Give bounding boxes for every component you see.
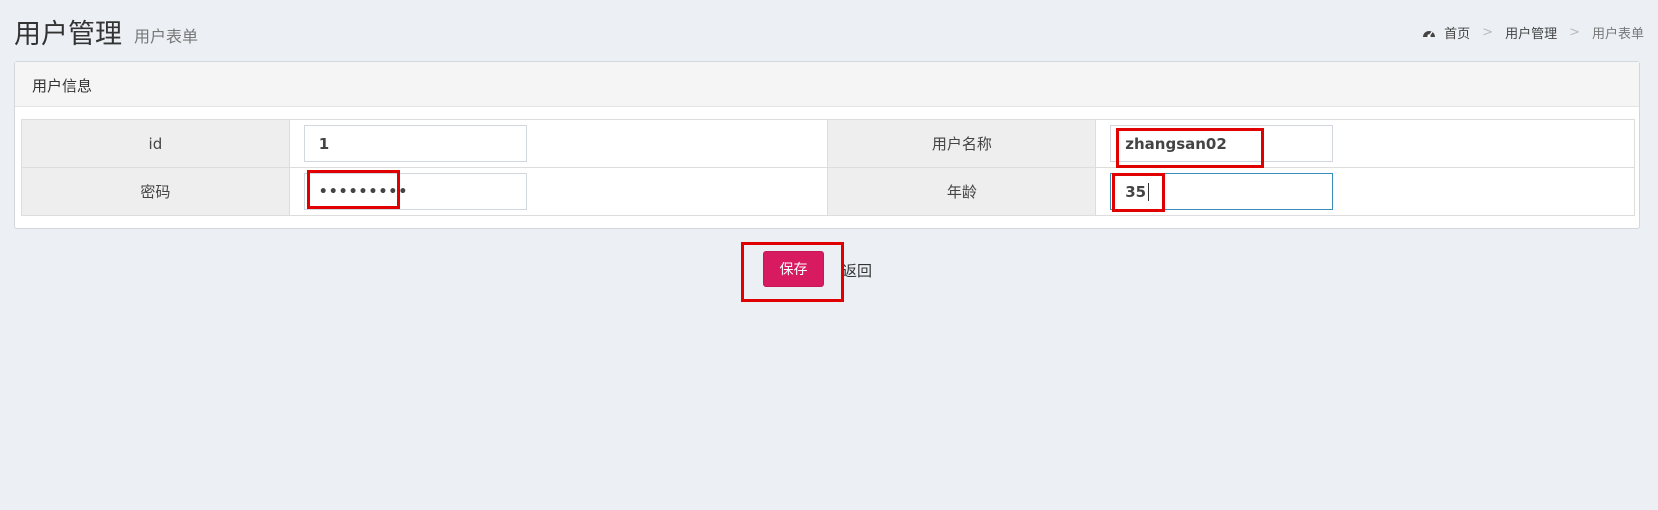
breadcrumb-current: 用户表单: [1591, 27, 1644, 42]
table-row: 密码 ••••••••• 年龄 35: [21, 167, 1635, 216]
back-link[interactable]: 返回: [842, 260, 872, 281]
page-title: 用户管理: [14, 19, 122, 50]
id-input[interactable]: 1: [303, 125, 527, 162]
password-cell: •••••••••: [288, 167, 829, 216]
username-value: zhangsan02: [1125, 134, 1227, 153]
box-title: 用户信息: [15, 62, 1639, 107]
id-value: 1: [318, 134, 330, 153]
password-value: •••••••••: [318, 183, 409, 200]
dashboard-icon: [1422, 27, 1436, 39]
breadcrumb: 首页 > 用户管理 > 用户表单: [1422, 23, 1644, 42]
age-input[interactable]: 35: [1110, 173, 1334, 210]
password-input[interactable]: •••••••••: [303, 173, 527, 210]
table-row: id 1 用户名称 zhangsan02: [21, 119, 1635, 168]
user-info-box: 用户信息 id 1 用户名称 zhangsan02 密码 ••••••••• 年…: [14, 61, 1640, 229]
breadcrumb-home-link[interactable]: 首页: [1444, 23, 1470, 42]
breadcrumb-user-management-link[interactable]: 用户管理: [1505, 23, 1557, 42]
id-cell: 1: [288, 119, 829, 168]
age-value: 35: [1125, 182, 1147, 201]
username-label: 用户名称: [827, 119, 1097, 168]
age-label: 年龄: [827, 167, 1097, 216]
username-input[interactable]: zhangsan02: [1110, 125, 1334, 162]
username-cell: zhangsan02: [1095, 119, 1635, 168]
content-header: 用户管理 用户表单 首页 > 用户管理 > 用户表单: [14, 12, 1644, 50]
save-button[interactable]: 保存: [763, 251, 824, 287]
age-cell: 35: [1095, 167, 1635, 216]
breadcrumb-separator: >: [1569, 25, 1580, 40]
id-label: id: [21, 119, 290, 168]
page-subtitle: 用户表单: [134, 27, 199, 46]
breadcrumb-separator: >: [1482, 25, 1494, 40]
text-cursor: [1148, 182, 1150, 201]
user-form-table: id 1 用户名称 zhangsan02 密码 ••••••••• 年龄 35: [21, 119, 1635, 216]
password-label: 密码: [21, 167, 290, 216]
